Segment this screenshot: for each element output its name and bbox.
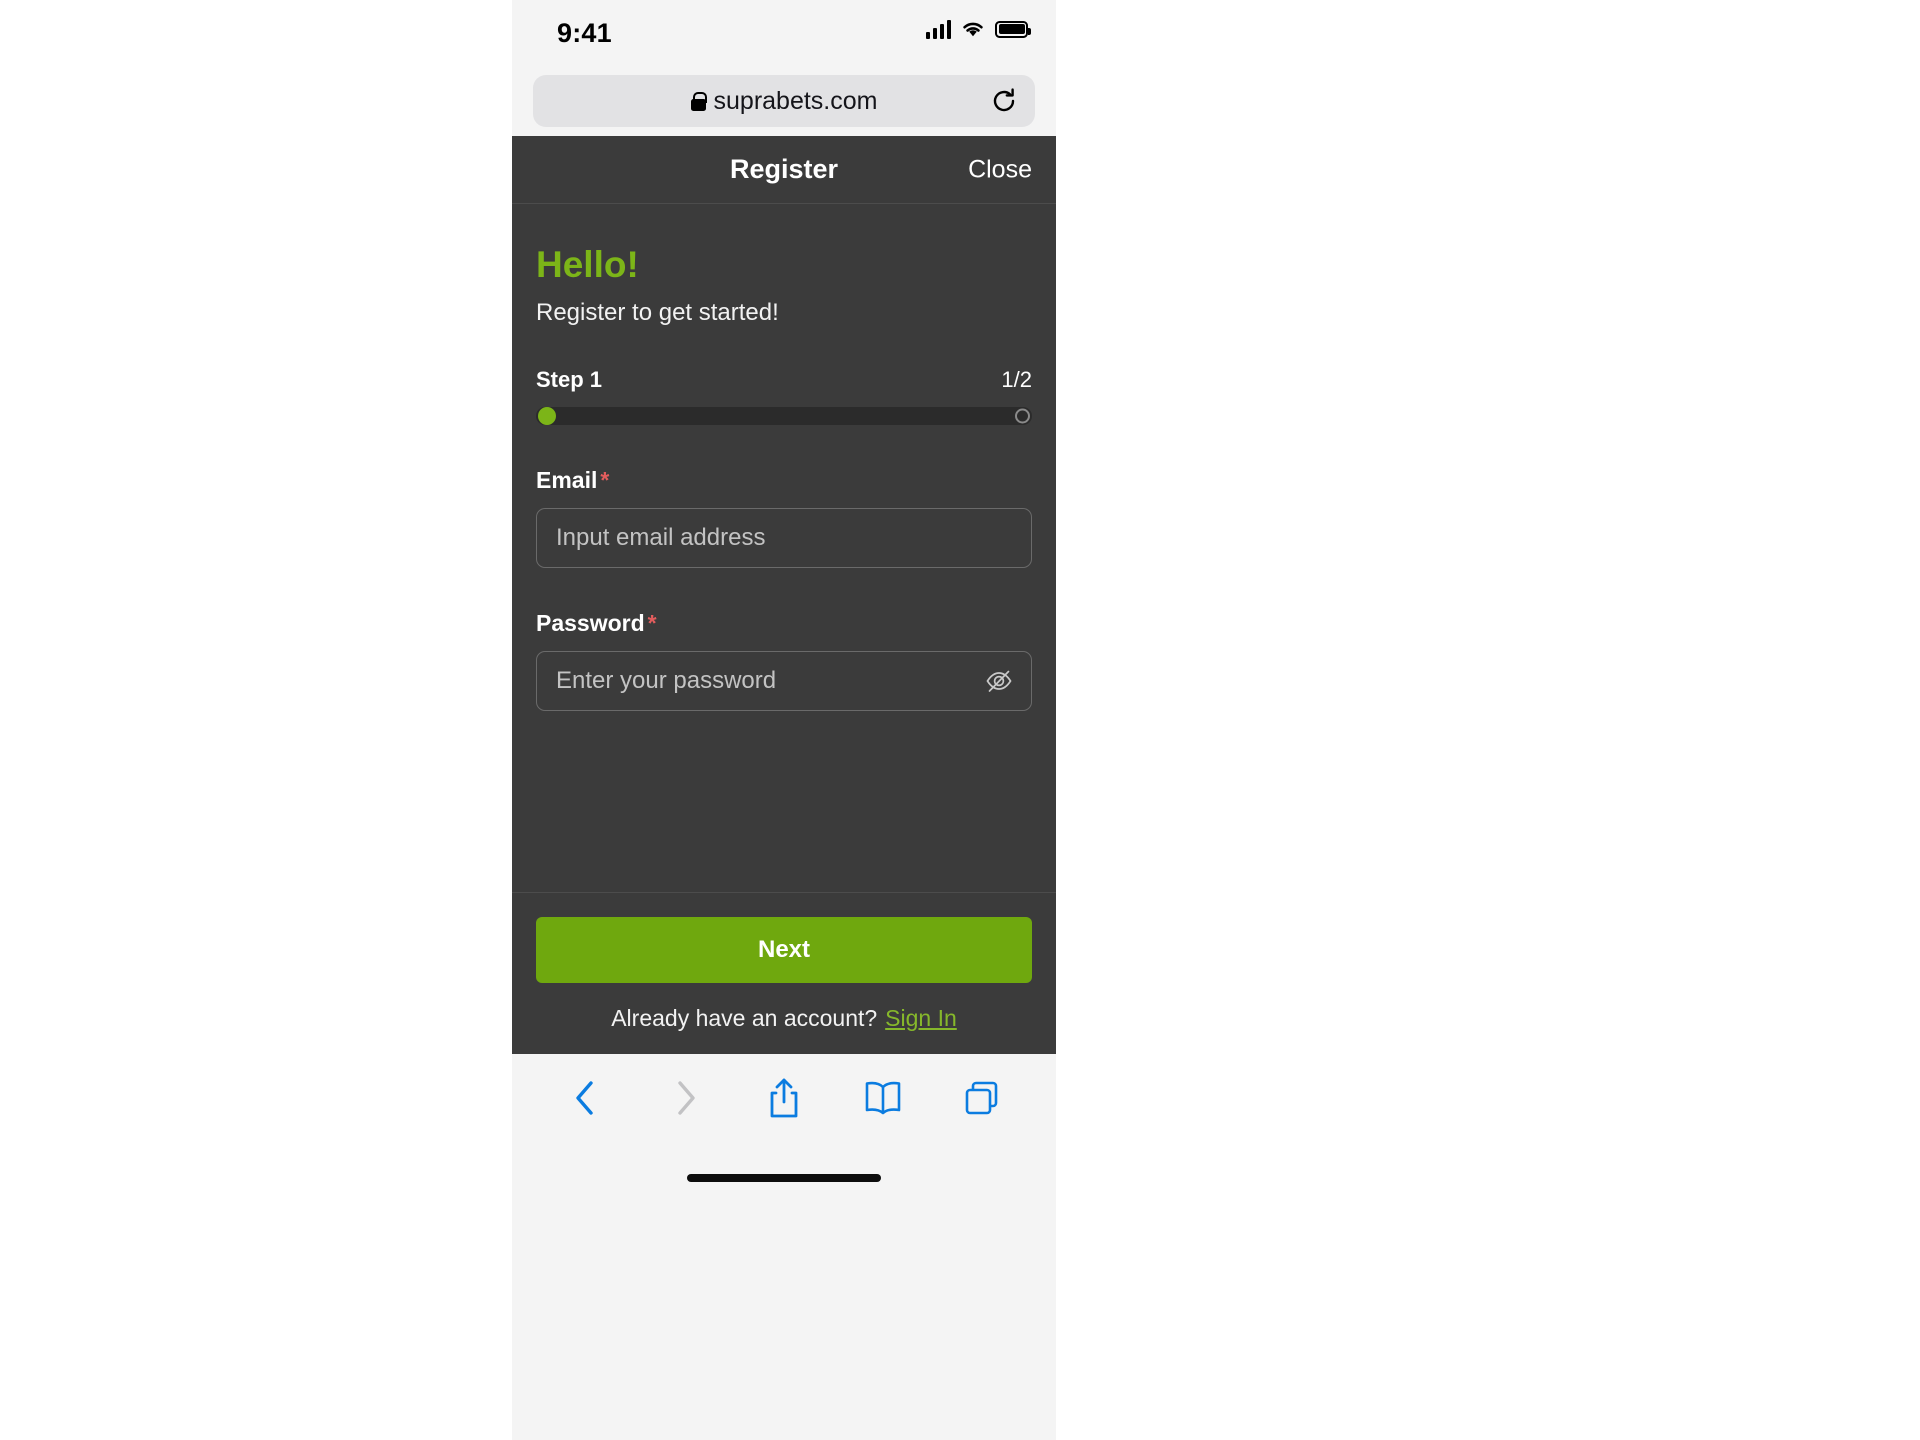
screenshot-root: 9:41 suprabets.com Register Close Hello!… [0, 0, 1920, 1440]
next-button[interactable]: Next [536, 917, 1032, 983]
step-indicator-row: Step 1 1/2 [536, 367, 1032, 393]
password-input[interactable]: Enter your password [536, 650, 1032, 711]
tabs-icon[interactable] [956, 1072, 1008, 1124]
book-icon[interactable] [857, 1072, 909, 1124]
status-bar: 9:41 [512, 0, 1056, 66]
progress-step-1-dot [538, 406, 556, 425]
share-icon[interactable] [758, 1072, 810, 1124]
browser-url-bar[interactable]: suprabets.com [533, 75, 1035, 127]
battery-icon [995, 20, 1031, 38]
sign-in-link[interactable]: Sign In [885, 1005, 957, 1031]
modal-footer: Next Already have an account? Sign In [512, 892, 1056, 1054]
modal-title: Register [729, 154, 839, 184]
signin-prompt: Already have an account? Sign In [536, 1005, 1032, 1032]
url-display[interactable]: suprabets.com [690, 86, 878, 116]
greeting-subtitle: Register to get started! [536, 298, 779, 326]
home-indicator-area [512, 1142, 1056, 1212]
email-label: Email * [536, 467, 1032, 494]
url-text: suprabets.com [713, 86, 878, 115]
email-required-marker: * [600, 466, 610, 493]
phone-viewport: 9:41 suprabets.com Register Close Hello!… [512, 0, 1056, 1440]
reload-icon[interactable] [990, 87, 1018, 115]
email-field-group: Email * Input email address [536, 467, 1032, 568]
signin-prompt-text: Already have an account? [611, 1005, 878, 1031]
home-indicator [687, 1174, 881, 1182]
step-progress-bar [536, 406, 1032, 425]
password-label: Password * [536, 610, 1032, 637]
greeting-heading: Hello! [536, 244, 639, 285]
browser-url-bar-container: suprabets.com [512, 66, 1056, 136]
password-required-marker: * [647, 609, 657, 636]
modal-body: Hello! Register to get started! Step 1 1… [512, 204, 1056, 892]
email-input[interactable]: Input email address [536, 507, 1032, 568]
modal-header: Register Close [512, 136, 1056, 204]
step-counter: 1/2 [1001, 366, 1032, 392]
cellular-signal-icon [925, 19, 951, 39]
wifi-icon [963, 22, 983, 37]
password-placeholder: Enter your password [556, 666, 777, 694]
status-bar-time: 9:41 [557, 18, 612, 48]
email-label-text: Email [536, 466, 598, 493]
browser-toolbar [512, 1054, 1056, 1142]
password-field-group: Password * Enter your password [536, 610, 1032, 711]
eye-off-icon[interactable] [984, 666, 1014, 696]
step-label: Step 1 [536, 366, 603, 392]
close-button[interactable]: Close [968, 155, 1032, 184]
status-bar-icons [925, 19, 1031, 39]
chevron-right-icon [659, 1072, 711, 1124]
chevron-left-icon[interactable] [560, 1072, 612, 1124]
password-label-text: Password [536, 609, 645, 636]
progress-step-2-dot [1015, 408, 1030, 424]
email-placeholder: Input email address [556, 523, 766, 551]
lock-icon [690, 91, 708, 111]
register-modal: Register Close Hello! Register to get st… [512, 136, 1056, 1054]
